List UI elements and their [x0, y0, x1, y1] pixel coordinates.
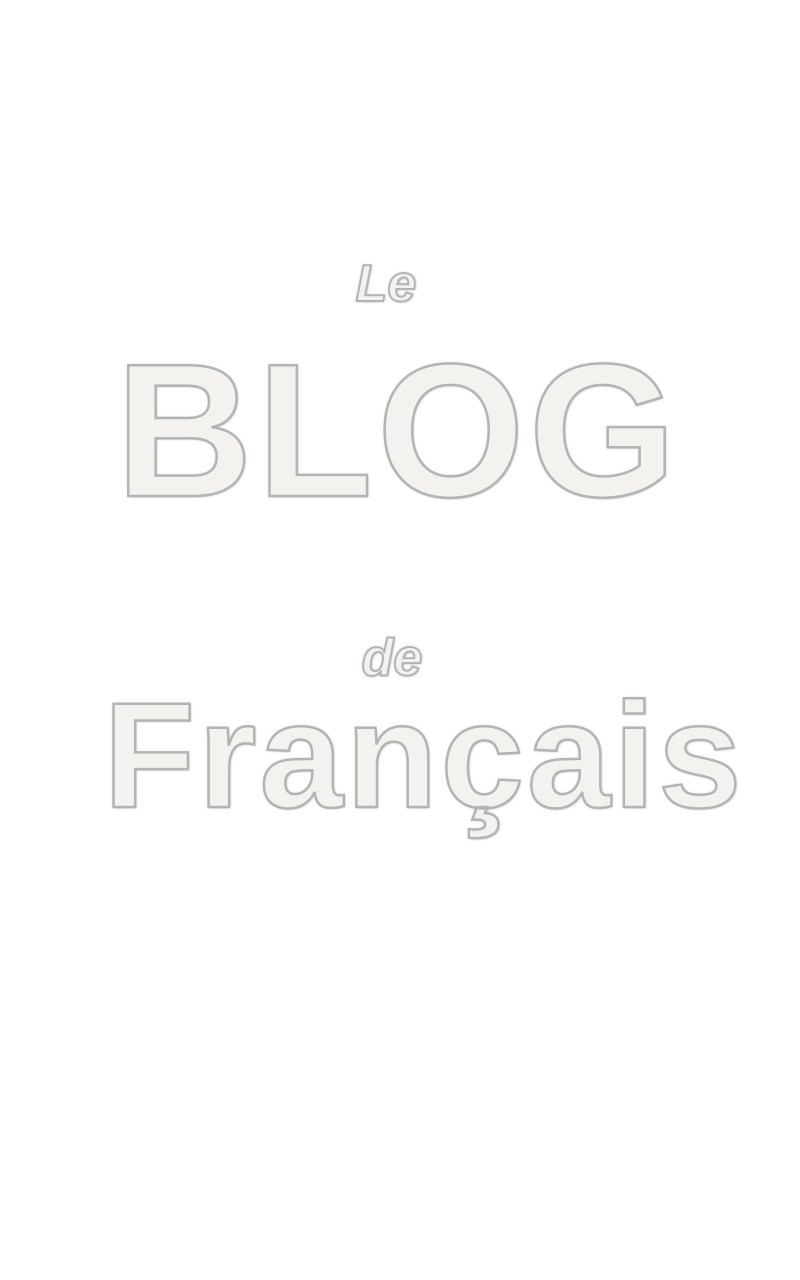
title-word-le: Le	[355, 255, 418, 313]
title-page: Le BLOG de Français	[0, 0, 800, 1280]
title-word-blog: BLOG	[114, 325, 681, 537]
title-word-francais: Français	[102, 671, 745, 839]
